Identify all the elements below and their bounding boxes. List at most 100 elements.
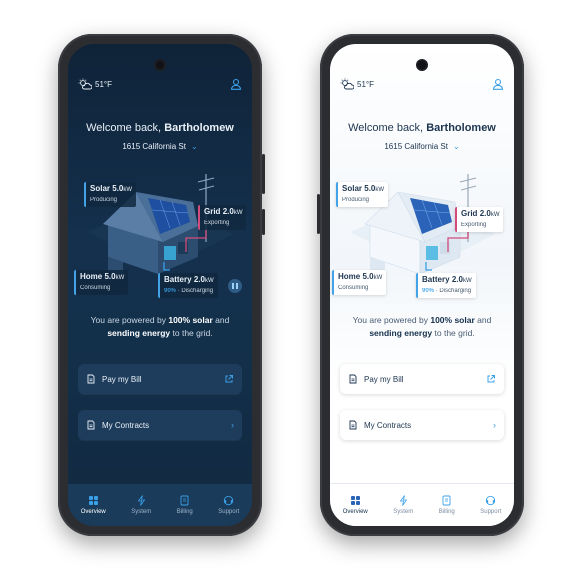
- sun-cloud-icon: [78, 78, 92, 90]
- nav-support[interactable]: Support: [480, 495, 501, 515]
- grid-status[interactable]: Grid 2.0kW Exporting: [455, 207, 504, 232]
- chevron-right-icon: ›: [231, 420, 234, 430]
- solar-status[interactable]: Solar 5.0kW Producing: [336, 182, 389, 207]
- pay-bill-label: Pay my Bill: [364, 374, 404, 384]
- battery-percent: 90%: [422, 288, 435, 294]
- power-button: [262, 209, 265, 235]
- document-icon: [349, 420, 357, 430]
- solar-label: Solar: [342, 184, 363, 193]
- energy-scene: Solar 5.0kW Producing Grid 2.0kW Exporti…: [68, 162, 252, 298]
- external-link-icon: [225, 375, 233, 383]
- pause-button[interactable]: [228, 279, 242, 293]
- my-contracts-button[interactable]: My Contracts ›: [340, 410, 504, 440]
- pay-bill-button[interactable]: Pay my Bill: [78, 364, 242, 394]
- powered-export: sending energy: [369, 328, 433, 338]
- headset-icon: [224, 495, 234, 506]
- home-status[interactable]: Home 5.0kW Consuming: [332, 270, 387, 295]
- temperature: 51°F: [357, 79, 374, 89]
- battery-status[interactable]: Battery 2.0kW 90% · Discharging: [416, 273, 476, 298]
- volume-button: [317, 194, 320, 234]
- weather-widget[interactable]: 51°F: [340, 78, 374, 90]
- phone-light: 51°F Welcome back, Bartholomew 1615 Cali…: [317, 34, 524, 536]
- powered-text-and: and: [212, 315, 230, 325]
- user-name: Bartholomew: [164, 122, 234, 134]
- grid-unit: kW: [490, 212, 500, 218]
- home-unit: kW: [373, 275, 383, 281]
- grid-status[interactable]: Grid 2.0kW Exporting: [198, 205, 247, 230]
- home-label: Home: [80, 272, 103, 281]
- pause-icon: [232, 283, 234, 289]
- battery-percent: 90%: [164, 288, 177, 294]
- home-value: 5.0: [104, 272, 116, 281]
- grid-icon: [350, 496, 360, 505]
- powered-text: You are powered by: [352, 315, 431, 325]
- grid-state: Exporting: [204, 220, 230, 226]
- address-selector[interactable]: 1615 California St ⌄: [68, 142, 252, 151]
- user-icon[interactable]: [230, 78, 242, 90]
- nav-overview-label: Overview: [342, 509, 368, 515]
- battery-unit: kW: [462, 278, 472, 284]
- home-label: Home: [338, 272, 361, 281]
- powered-text-end: to the grid.: [170, 328, 213, 338]
- nav-support-label: Support: [218, 509, 240, 515]
- power-summary: You are powered by 100% solar and sendin…: [82, 314, 238, 340]
- powered-text-end: to the grid.: [432, 328, 475, 338]
- app-screen: 51°F Welcome back, Bartholomew 1615 Cali…: [330, 44, 514, 526]
- chevron-down-icon: ⌄: [190, 142, 198, 151]
- grid-value: 2.0: [222, 207, 234, 216]
- user-icon[interactable]: [492, 78, 504, 90]
- address-selector[interactable]: 1615 California St ⌄: [330, 142, 514, 151]
- nav-overview[interactable]: Overview: [343, 495, 368, 515]
- address-text: 1615 California St: [384, 142, 448, 151]
- front-camera: [418, 61, 426, 69]
- welcome-message: Welcome back, Bartholomew: [330, 122, 514, 134]
- home-unit: kW: [115, 275, 125, 281]
- nav-billing[interactable]: Billing: [439, 495, 455, 515]
- battery-label: Battery: [164, 275, 192, 284]
- nav-billing[interactable]: Billing: [177, 495, 193, 515]
- my-contracts-label: My Contracts: [364, 420, 412, 430]
- welcome-prefix: Welcome back,: [348, 122, 427, 134]
- welcome-message: Welcome back, Bartholomew: [68, 122, 252, 134]
- chevron-right-icon: ›: [493, 420, 496, 430]
- my-contracts-label: My Contracts: [102, 420, 150, 430]
- grid-label: Grid: [204, 207, 221, 216]
- invoice-icon: [442, 495, 451, 506]
- solar-label: Solar: [90, 184, 111, 193]
- invoice-icon: [180, 495, 189, 506]
- nav-billing-label: Billing: [438, 509, 455, 515]
- chevron-down-icon: ⌄: [452, 142, 460, 151]
- lightning-icon: [137, 495, 146, 506]
- nav-system[interactable]: System: [393, 495, 413, 515]
- weather-widget[interactable]: 51°F: [78, 78, 112, 90]
- solar-unit: kW: [375, 187, 385, 193]
- nav-system[interactable]: System: [131, 495, 151, 515]
- my-contracts-button[interactable]: My Contracts ›: [78, 410, 242, 440]
- solar-value: 5.0: [364, 184, 376, 193]
- pay-bill-button[interactable]: Pay my Bill: [340, 364, 504, 394]
- nav-overview[interactable]: Overview: [81, 495, 106, 515]
- sun-cloud-icon: [340, 78, 354, 90]
- solar-state: Producing: [342, 197, 370, 203]
- grid-value: 2.0: [479, 209, 491, 218]
- powered-source: 100% solar: [168, 315, 213, 325]
- address-text: 1615 California St: [122, 142, 186, 151]
- solar-state: Producing: [90, 197, 118, 203]
- battery-status[interactable]: Battery 2.0kW 90% · Discharging: [158, 273, 218, 298]
- nav-system-label: System: [393, 509, 414, 515]
- home-status[interactable]: Home 5.0kW Consuming: [74, 270, 129, 295]
- nav-support[interactable]: Support: [218, 495, 239, 515]
- home-value: 5.0: [362, 272, 374, 281]
- battery-value: 2.0: [193, 275, 205, 284]
- battery-label: Battery: [422, 275, 450, 284]
- grid-icon: [88, 496, 98, 505]
- battery-value: 2.0: [451, 275, 463, 284]
- headset-icon: [486, 495, 496, 506]
- grid-label: Grid: [461, 209, 478, 218]
- grid-unit: kW: [233, 210, 243, 216]
- solar-status[interactable]: Solar 5.0kW Producing: [84, 182, 137, 207]
- grid-state: Exporting: [461, 222, 487, 228]
- volume-button: [262, 154, 265, 194]
- pay-bill-label: Pay my Bill: [102, 374, 142, 384]
- battery-state: · Discharging: [435, 288, 472, 294]
